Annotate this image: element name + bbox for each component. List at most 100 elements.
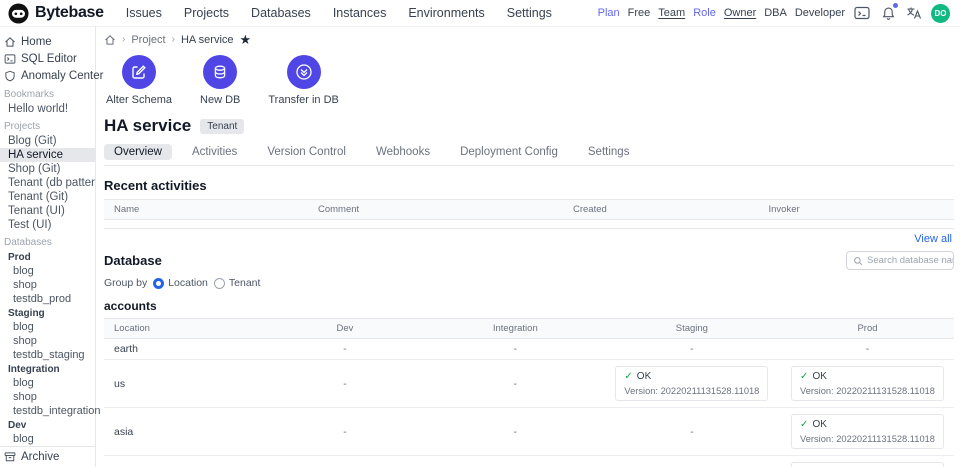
env-group-dev: Dev: [0, 418, 95, 432]
breadcrumb-current: HA service: [181, 34, 234, 46]
sidebar-db-item[interactable]: testdb_staging: [0, 348, 95, 362]
sidebar-db-item[interactable]: shop: [0, 390, 95, 404]
empty-db-cell: -: [343, 426, 347, 438]
nav-environments[interactable]: Environments: [408, 6, 484, 20]
sidebar-project-ha-service[interactable]: HA service: [0, 148, 95, 162]
col-staging: Staging: [603, 319, 781, 339]
project-tabs: Overview Activities Version Control Webh…: [104, 144, 954, 166]
bookmark-hello-world[interactable]: Hello world!: [0, 102, 95, 116]
accounts-table-title: accounts: [104, 299, 954, 313]
sidebar-item-archive[interactable]: Archive: [0, 446, 95, 467]
nav-instances[interactable]: Instances: [333, 6, 387, 20]
tab-version-control[interactable]: Version Control: [257, 144, 356, 160]
favorite-star-icon[interactable]: ★: [240, 33, 252, 46]
nav-databases[interactable]: Databases: [251, 6, 311, 20]
sidebar-project-tenant-ui[interactable]: Tenant (UI): [0, 204, 95, 218]
notifications-bell-icon[interactable]: [879, 4, 897, 22]
transfer-in-db-button[interactable]: Transfer in DB: [268, 55, 339, 106]
group-by-label: Group by: [104, 277, 147, 289]
breadcrumb-project[interactable]: Project: [131, 34, 165, 46]
group-by-location-radio[interactable]: Location: [153, 277, 208, 289]
brand[interactable]: Bytebase: [8, 3, 104, 24]
view-all-link[interactable]: View all: [106, 233, 952, 245]
db-status-card[interactable]: ✓OK Version: 20220211131528.11018: [615, 366, 768, 401]
sidebar-db-item[interactable]: testdb_integration: [0, 404, 95, 418]
edit-icon: [131, 64, 147, 80]
tab-activities[interactable]: Activities: [182, 144, 247, 160]
col-integration: Integration: [428, 319, 603, 339]
navbar-right: Plan Free Team Role Owner DBA Developer: [598, 4, 950, 23]
home-icon: [4, 36, 16, 48]
search-database-input[interactable]: [867, 255, 953, 266]
alter-schema-button[interactable]: Alter Schema: [106, 55, 172, 106]
sidebar-db-item[interactable]: blog: [0, 320, 95, 334]
recent-activities-title: Recent activities: [104, 178, 954, 193]
archive-icon: [4, 451, 16, 463]
sidebar-item-home[interactable]: Home: [0, 33, 95, 50]
check-icon: ✓: [800, 419, 808, 430]
empty-db-cell: -: [343, 343, 347, 355]
tenant-badge: Tenant: [200, 119, 244, 134]
sidebar-db-item[interactable]: blog: [0, 264, 95, 278]
keyboard-shortcut-icon[interactable]: [853, 4, 871, 22]
breadcrumb-separator: ›: [172, 34, 175, 45]
empty-db-cell: -: [690, 426, 694, 438]
empty-db-cell: -: [866, 343, 870, 355]
sidebar-item-anomaly-center[interactable]: Anomaly Center: [0, 67, 95, 84]
col-location: Location: [104, 319, 262, 339]
database-section-title: Database: [104, 253, 162, 268]
status-ok-label: OK: [637, 371, 651, 382]
empty-db-cell: -: [514, 378, 518, 390]
group-by-tenant-radio[interactable]: Tenant: [214, 277, 261, 289]
tab-overview[interactable]: Overview: [104, 144, 172, 160]
nav-issues[interactable]: Issues: [126, 6, 162, 20]
tab-webhooks[interactable]: Webhooks: [366, 144, 440, 160]
db-status-card[interactable]: ✓OK Version: 20220211131528.11018: [791, 366, 944, 401]
sidebar-project-tenant-db-pattern[interactable]: Tenant (db pattern): [0, 176, 95, 190]
col-dev: Dev: [262, 319, 428, 339]
nav-settings[interactable]: Settings: [507, 6, 552, 20]
search-icon: [853, 256, 863, 266]
nav-projects[interactable]: Projects: [184, 6, 229, 20]
sidebar-item-label: Home: [21, 36, 52, 48]
sidebar-db-item[interactable]: blog: [0, 432, 95, 446]
sidebar-db-item[interactable]: testdb_prod: [0, 292, 95, 306]
sidebar-db-item[interactable]: shop: [0, 334, 95, 348]
table-row-earth: earth - - - -: [104, 339, 954, 360]
tab-settings[interactable]: Settings: [578, 144, 640, 160]
brand-name: Bytebase: [35, 4, 104, 22]
radio-unselected-icon: [214, 278, 225, 289]
quick-actions: Alter Schema New DB: [106, 55, 954, 106]
sidebar-item-sql-editor[interactable]: SQL Editor: [0, 50, 95, 67]
database-search[interactable]: [846, 251, 954, 270]
tab-deployment-config[interactable]: Deployment Config: [450, 144, 568, 160]
page-title: HA service: [104, 116, 191, 136]
db-version: Version: 20220211131528.11018: [800, 434, 935, 444]
bookmarks-section-title: Bookmarks: [0, 84, 95, 102]
empty-db-cell: -: [514, 426, 518, 438]
col-created: Created: [563, 200, 759, 220]
sidebar-db-item[interactable]: blog: [0, 376, 95, 390]
team-link[interactable]: Team: [658, 7, 685, 19]
location-cell: earth: [104, 339, 262, 360]
sidebar-db-item[interactable]: shop: [0, 278, 95, 292]
language-icon[interactable]: [905, 4, 923, 22]
new-db-button[interactable]: New DB: [200, 55, 240, 106]
table-row-us: us - - ✓OK Version: 20220211131528.11018…: [104, 360, 954, 408]
user-avatar[interactable]: DO: [931, 4, 950, 23]
role-owner-link[interactable]: Owner: [724, 7, 756, 19]
role-developer: Developer: [795, 7, 845, 19]
db-status-card[interactable]: ✓OK Version: 20220211131528.11018: [791, 414, 944, 449]
breadcrumb-home-icon[interactable]: [104, 34, 116, 46]
sidebar-project-tenant-git[interactable]: Tenant (Git): [0, 190, 95, 204]
sidebar-project-shop-git[interactable]: Shop (Git): [0, 162, 95, 176]
sidebar-project-blog-git[interactable]: Blog (Git): [0, 134, 95, 148]
quick-action-label: Transfer in DB: [268, 94, 339, 106]
db-status-card[interactable]: ✓OK Version: 20220211131528.11018: [791, 462, 944, 467]
empty-db-cell: -: [514, 343, 518, 355]
database-icon: [212, 64, 228, 80]
col-invoker: Invoker: [759, 200, 955, 220]
status-ok-label: OK: [812, 371, 826, 382]
sidebar-project-test-ui[interactable]: Test (UI): [0, 218, 95, 232]
breadcrumb: › Project › HA service ★: [104, 33, 954, 46]
